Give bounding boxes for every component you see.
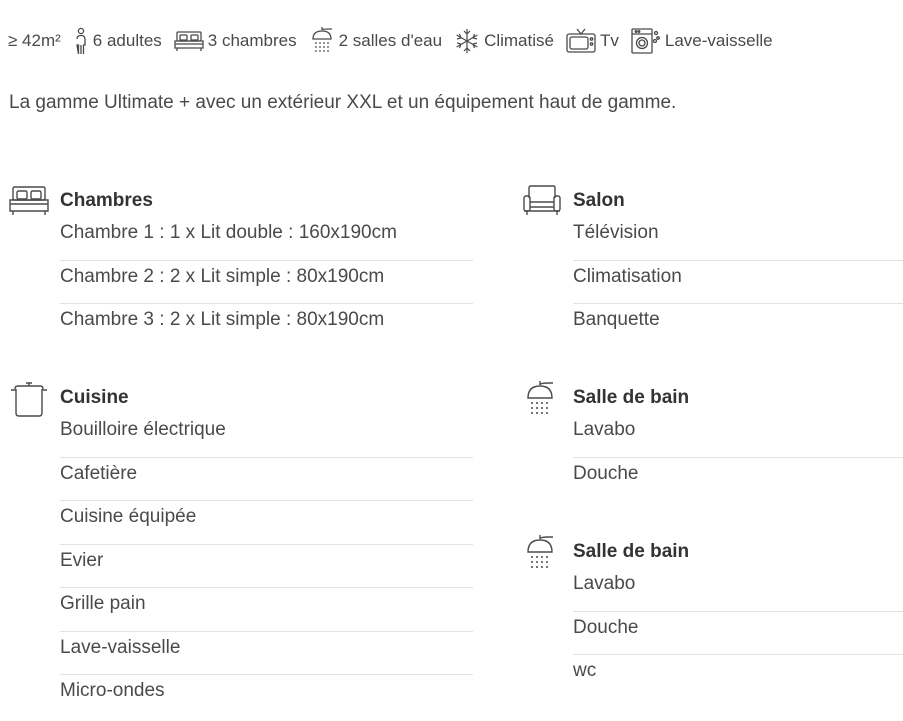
section-list: Lavabo Douche [573, 414, 903, 501]
dishwasher-icon [631, 28, 660, 54]
section-title: Cuisine [60, 387, 129, 408]
section-list: Lavabo Douche wc [573, 568, 903, 699]
list-item: Micro-ondes [60, 680, 165, 701]
section-list: Bouilloire électrique Cafetière Cuisine … [60, 414, 473, 719]
list-item: Lave-vaisselle [60, 632, 473, 675]
section-salon: Salon Télévision Climatisation Banquette [522, 183, 903, 348]
shower-icon [527, 381, 553, 414]
list-item: Banquette [573, 309, 660, 330]
feature-capacity: 6 adultes [73, 27, 162, 55]
list-item: Douche [573, 612, 903, 655]
feature-dishwasher-label: Lave-vaisselle [664, 31, 773, 50]
list-item: wc [573, 660, 597, 681]
section-header: Cuisine [9, 380, 484, 417]
feature-tv: Tv [566, 28, 619, 54]
list-item: Evier [60, 545, 473, 588]
section-header: Chambres [9, 183, 484, 217]
list-item: Cafetière [60, 458, 473, 501]
feature-bedrooms: 3 chambres [174, 30, 297, 52]
list-item: Bouilloire électrique [60, 414, 473, 458]
list-item: Chambre 2 : 2 x Lit simple : 80x190cm [60, 261, 473, 304]
feature-aircon-label: Climatisé [484, 31, 554, 50]
section-title: Salon [573, 190, 625, 211]
feature-aircon: Climatisé [454, 28, 554, 54]
feature-area: ≥ 42m² [8, 31, 61, 51]
list-item: Télévision [573, 217, 903, 261]
list-item: Grille pain [60, 588, 473, 632]
feature-capacity-label: 6 adultes [92, 31, 162, 50]
feature-bedrooms-label: 3 chambres [207, 31, 297, 50]
section-header: Salon [522, 183, 903, 217]
shower-icon [527, 535, 553, 568]
tv-icon [566, 28, 596, 53]
list-item: Chambre 3 : 2 x Lit simple : 80x190cm [60, 309, 385, 330]
bed-icon [9, 186, 49, 215]
list-item: Lavabo [573, 414, 903, 458]
sofa-icon [523, 185, 561, 215]
list-item: Cuisine équipée [60, 501, 473, 545]
section-title: Salle de bain [573, 387, 690, 408]
section-list: Télévision Climatisation Banquette [573, 217, 903, 348]
feature-bathrooms-label: 2 salles d'eau [338, 31, 443, 50]
section-cuisine: Cuisine Bouilloire électrique Cafetière … [9, 380, 484, 719]
section-title: Salle de bain [573, 541, 690, 562]
list-item: Douche [573, 462, 639, 484]
description: La gamme Ultimate + avec un extérieur XX… [9, 92, 677, 113]
section-chambres: Chambres Chambre 1 : 1 x Lit double : 16… [9, 183, 484, 348]
cooking-pot-icon [11, 382, 47, 417]
section-title: Chambres [60, 190, 153, 211]
person-icon [76, 27, 86, 55]
list-item: Climatisation [573, 261, 903, 304]
feature-dishwasher: Lave-vaisselle [631, 27, 773, 55]
section-salle-de-bain-2: Salle de bain Lavabo Douche wc [522, 534, 903, 699]
shower-icon [311, 27, 332, 52]
snowflake-icon [456, 29, 478, 53]
section-list: Chambre 1 : 1 x Lit double : 160x190cm C… [60, 217, 473, 348]
feature-tv-label: Tv [599, 31, 619, 50]
section-salle-de-bain-1: Salle de bain Lavabo Douche [522, 380, 903, 501]
feature-area-label: ≥ 42m² [8, 31, 61, 50]
section-header: Salle de bain [522, 380, 903, 414]
list-item: Lavabo [573, 568, 903, 612]
bed-icon [174, 31, 204, 51]
feature-bathrooms: 2 salles d'eau [309, 26, 442, 56]
features-bar: ≥ 42m² 6 adultes 3 chambres 2 salles d'e… [8, 26, 785, 56]
list-item: Chambre 1 : 1 x Lit double : 160x190cm [60, 217, 473, 261]
section-header: Salle de bain [522, 534, 903, 568]
